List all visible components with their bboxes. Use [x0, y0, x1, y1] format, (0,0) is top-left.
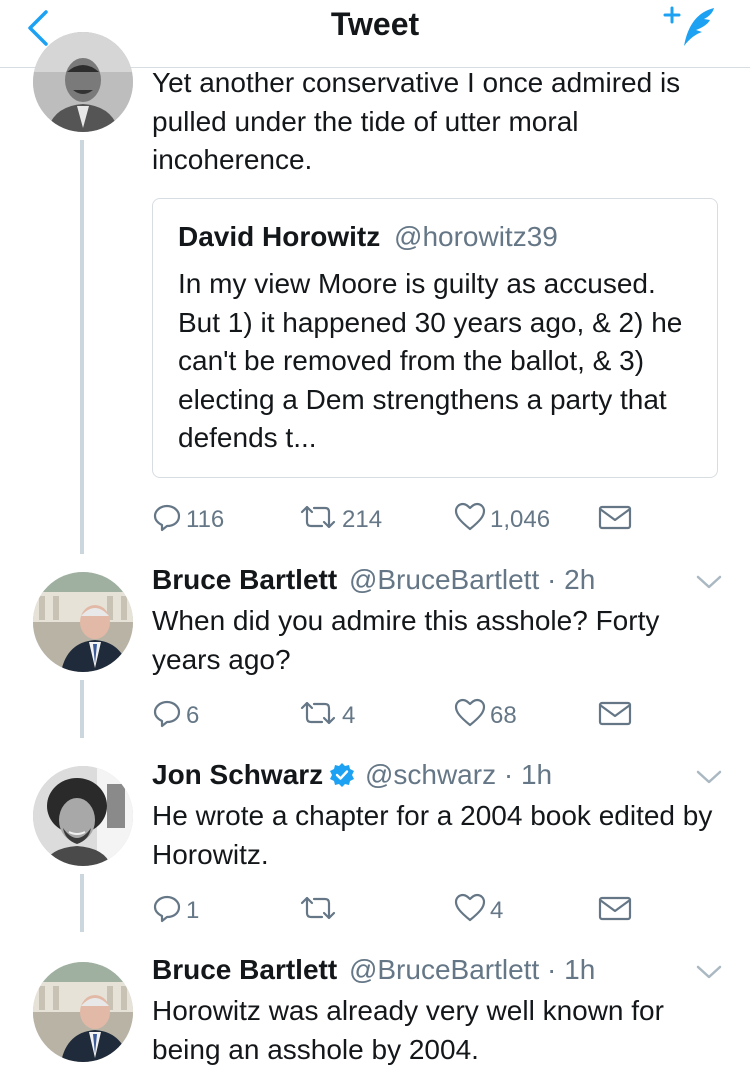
avatar[interactable] [33, 32, 133, 132]
thread-line [80, 140, 84, 554]
retweet-button[interactable] [298, 891, 342, 931]
like-button[interactable]: 68 [454, 696, 517, 736]
avatar[interactable] [33, 572, 133, 672]
author-handle[interactable]: @BruceBartlett [349, 564, 539, 595]
timestamp: 1h [520, 759, 553, 790]
like-icon [454, 698, 490, 735]
like-icon [454, 893, 490, 930]
thread-line [80, 680, 84, 738]
tweet-text: When did you admire this asshole? Forty … [152, 605, 660, 675]
caret-down-icon[interactable] [694, 765, 724, 789]
reply-button[interactable]: 6 [152, 696, 199, 736]
timestamp: 2h [564, 564, 596, 595]
direct-message-icon [598, 502, 636, 539]
reply-count: 1 [186, 897, 200, 924]
separator-dot: · [503, 759, 514, 790]
like-button[interactable]: 4 [454, 891, 503, 931]
tweet-text: He wrote a chapter for a 2004 book edite… [152, 800, 713, 870]
author-handle[interactable]: @schwarz [365, 759, 496, 790]
page-title: Tweet [330, 6, 420, 42]
retweet-button[interactable]: 214 [298, 500, 382, 540]
quoted-author-handle: @horowitz39 [394, 221, 558, 252]
timestamp: 1h [564, 954, 596, 985]
tweet-actions: 116 214 1,046 [152, 500, 732, 540]
direct-message-button[interactable] [598, 891, 636, 931]
reply-icon [152, 698, 186, 735]
direct-message-icon [598, 893, 636, 930]
compose-tweet-icon[interactable] [662, 4, 722, 50]
reply-header: Bruce Bartlett @BruceBartlett · 1h [152, 953, 595, 987]
tweet-text: Horowitz was already very well known for… [152, 995, 664, 1065]
tweet-text: Yet another conservative I once admired … [152, 67, 681, 175]
verified-badge-icon [329, 762, 355, 788]
separator-dot: · [547, 564, 557, 595]
reply-count: 6 [186, 702, 200, 729]
retweet-count: 214 [342, 506, 383, 533]
author-name[interactable]: Bruce Bartlett [152, 564, 337, 595]
caret-down-icon[interactable] [694, 960, 724, 984]
avatar[interactable] [33, 962, 133, 1062]
retweet-count: 4 [342, 702, 356, 729]
caret-down-icon[interactable] [694, 570, 724, 594]
quoted-author-name: David Horowitz [178, 221, 381, 252]
retweet-icon [298, 893, 342, 930]
author-name[interactable]: Bruce Bartlett [152, 954, 337, 985]
like-icon [454, 502, 490, 539]
author-handle[interactable]: @BruceBartlett [349, 954, 539, 985]
reply-icon [152, 502, 186, 539]
separator-dot: · [547, 954, 557, 985]
quoted-tweet-header: David Horowitz @horowitz39 [178, 221, 558, 253]
quoted-tweet[interactable]: David Horowitz @horowitz39 In my view Mo… [152, 198, 718, 478]
like-count: 1,046 [490, 506, 551, 533]
retweet-icon [298, 502, 342, 539]
reply-button[interactable]: 116 [152, 500, 224, 540]
retweet-icon [298, 698, 342, 735]
like-count: 68 [490, 702, 517, 729]
avatar[interactable] [33, 766, 133, 866]
reply-header: Jon Schwarz @schwarz · 1h [152, 758, 552, 792]
thread-line [80, 874, 84, 932]
reply-icon [152, 893, 186, 930]
like-button[interactable]: 1,046 [454, 500, 550, 540]
author-name[interactable]: Jon Schwarz [152, 759, 323, 790]
reply-button[interactable]: 1 [152, 891, 199, 931]
reply-header: Bruce Bartlett @BruceBartlett · 2h [152, 563, 595, 597]
direct-message-button[interactable] [598, 500, 636, 540]
direct-message-icon [598, 698, 636, 735]
reply-count: 116 [186, 506, 225, 533]
tweet-actions: 6 4 68 [152, 696, 732, 736]
direct-message-button[interactable] [598, 696, 636, 736]
quoted-tweet-text: In my view Moore is guilty as accused. B… [178, 268, 683, 453]
like-count: 4 [490, 897, 504, 924]
tweet-actions: 1 4 [152, 891, 732, 931]
retweet-button[interactable]: 4 [298, 696, 355, 736]
